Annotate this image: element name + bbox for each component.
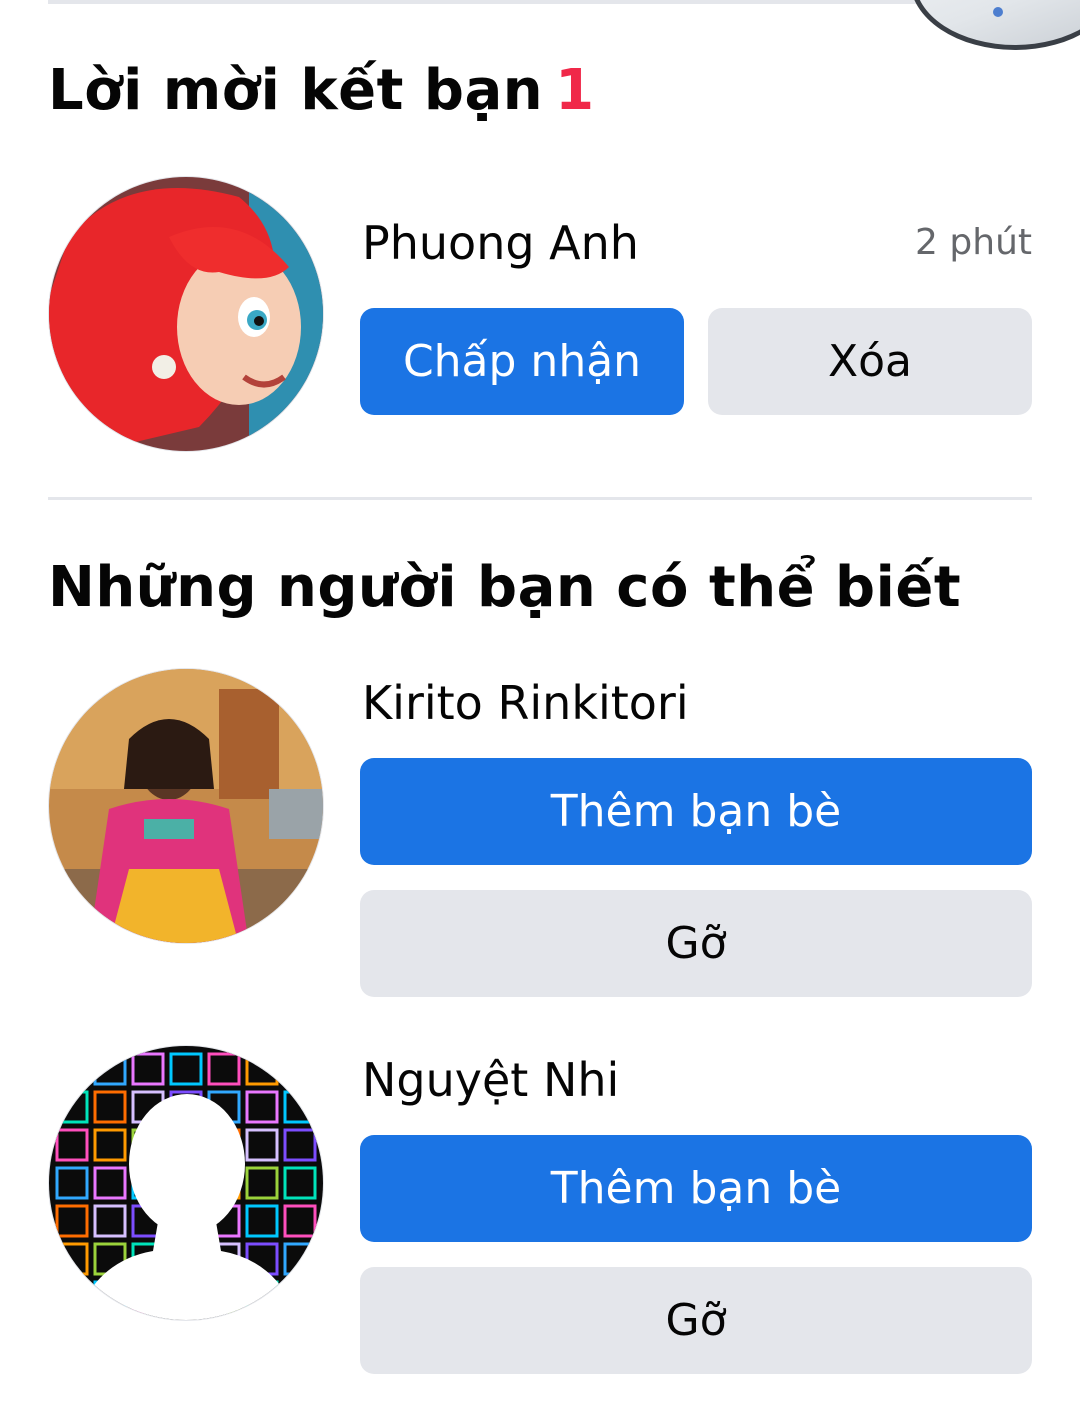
- requester-name[interactable]: Phuong Anh: [362, 216, 639, 270]
- suggestion-name[interactable]: Nguyệt Nhi: [362, 1053, 619, 1107]
- add-friend-button[interactable]: Thêm bạn bè: [360, 758, 1032, 865]
- avatar-phuong-anh[interactable]: [48, 176, 324, 452]
- avatar-nguyet-nhi[interactable]: [48, 1045, 324, 1321]
- remove-suggestion-button[interactable]: Gỡ: [360, 1267, 1032, 1374]
- request-count-badge: 1: [555, 58, 595, 123]
- request-time: 2 phút: [915, 222, 1032, 263]
- delete-button[interactable]: Xóa: [708, 308, 1032, 415]
- friend-requests-title: Lời mời kết bạn: [48, 58, 544, 123]
- suggestions-heading: Những người bạn có thể biết: [48, 555, 962, 620]
- accept-button[interactable]: Chấp nhận: [360, 308, 684, 415]
- top-divider: [48, 0, 980, 4]
- suggestion-name[interactable]: Kirito Rinkitori: [362, 676, 689, 730]
- avatar-kirito-rinkitori[interactable]: [48, 668, 324, 944]
- section-divider: [48, 497, 1032, 500]
- add-friend-button[interactable]: Thêm bạn bè: [360, 1135, 1032, 1242]
- remove-suggestion-button[interactable]: Gỡ: [360, 890, 1032, 997]
- friend-requests-heading: Lời mời kết bạn 1: [48, 58, 595, 123]
- corner-thumbnail[interactable]: [910, 0, 1080, 50]
